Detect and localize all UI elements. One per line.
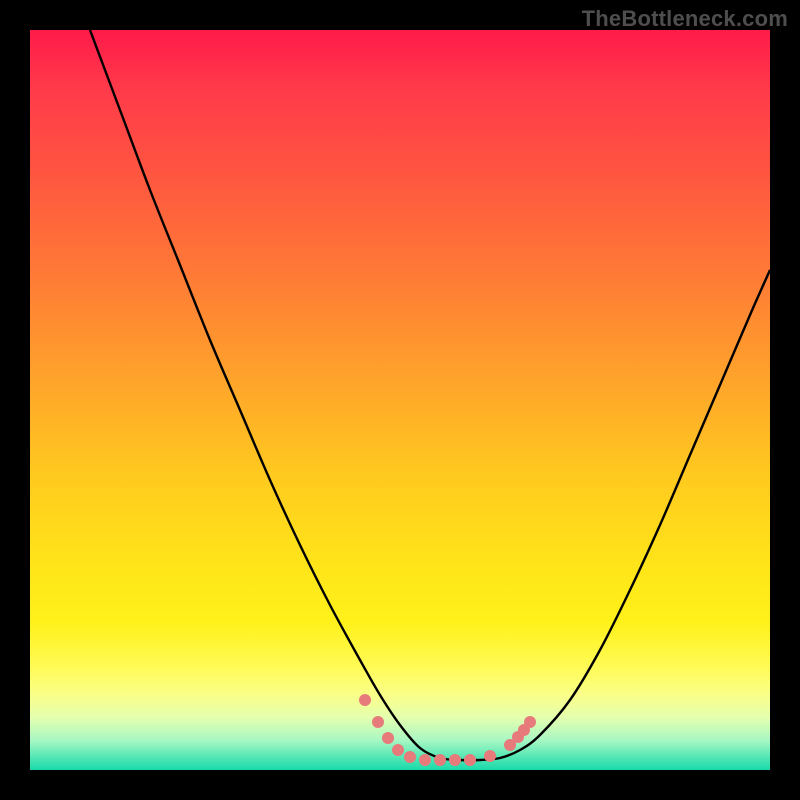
marker-dot	[434, 754, 446, 766]
marker-group	[359, 694, 536, 766]
marker-dot	[464, 754, 476, 766]
marker-dot	[392, 744, 404, 756]
marker-dot	[404, 751, 416, 763]
chart-frame: TheBottleneck.com	[0, 0, 800, 800]
marker-dot	[372, 716, 384, 728]
marker-dot	[449, 754, 461, 766]
marker-dot	[419, 754, 431, 766]
plot-area	[30, 30, 770, 770]
marker-dot	[382, 732, 394, 744]
marker-dot	[524, 716, 536, 728]
watermark-text: TheBottleneck.com	[582, 6, 788, 32]
marker-dot	[359, 694, 371, 706]
marker-dot	[484, 750, 496, 762]
curve-markers	[30, 30, 770, 770]
